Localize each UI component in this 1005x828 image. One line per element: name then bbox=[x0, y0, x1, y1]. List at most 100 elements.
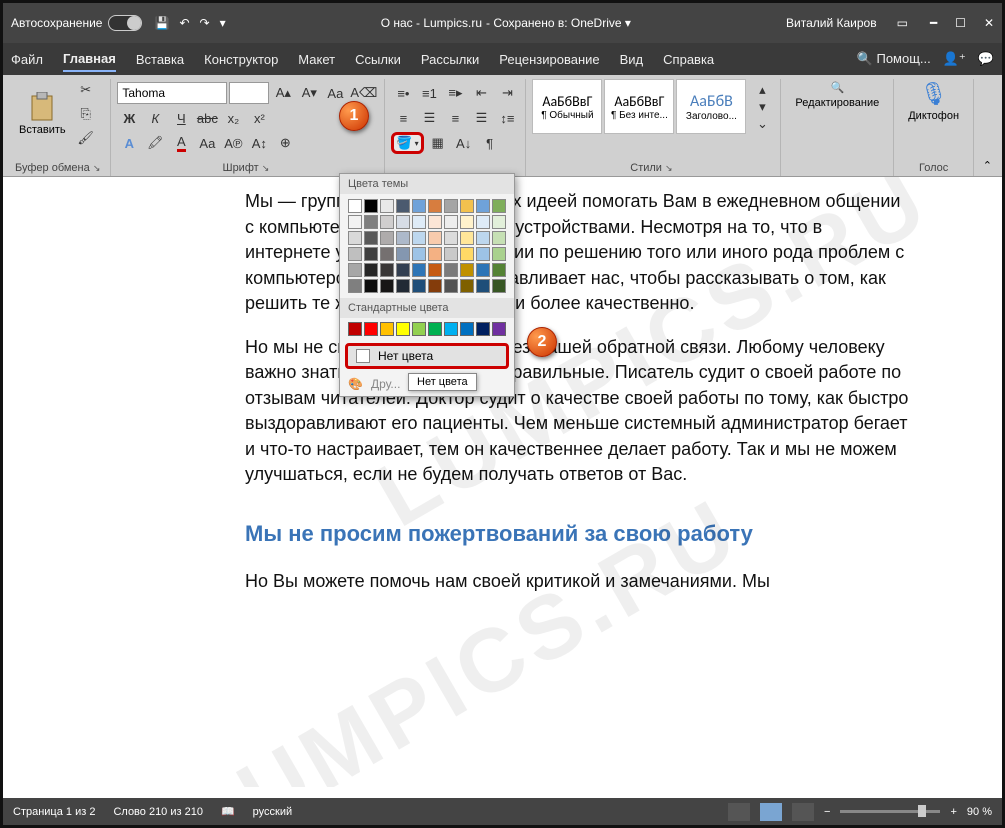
redo-icon[interactable]: ↷ bbox=[200, 16, 210, 30]
account-name[interactable]: Виталий Каиров bbox=[786, 16, 877, 30]
color-swatch[interactable] bbox=[364, 199, 378, 213]
language[interactable]: русский bbox=[253, 806, 292, 818]
color-swatch[interactable] bbox=[460, 247, 474, 261]
line-spacing-icon[interactable]: ↕≡ bbox=[495, 107, 519, 129]
color-swatch[interactable] bbox=[412, 322, 426, 336]
qat-dropdown-icon[interactable]: ▾ bbox=[220, 16, 226, 30]
color-swatch[interactable] bbox=[364, 279, 378, 293]
bullets-icon[interactable]: ≡• bbox=[391, 82, 415, 104]
color-swatch[interactable] bbox=[396, 263, 410, 277]
show-marks-icon[interactable]: ¶ bbox=[478, 132, 502, 154]
color-swatch[interactable] bbox=[444, 247, 458, 261]
italic-icon[interactable]: К bbox=[143, 107, 167, 129]
color-swatch[interactable] bbox=[460, 279, 474, 293]
color-swatch[interactable] bbox=[444, 322, 458, 336]
font-size-select[interactable] bbox=[229, 82, 269, 104]
color-swatch[interactable] bbox=[476, 247, 490, 261]
zoom-in-icon[interactable]: + bbox=[950, 806, 956, 818]
tab-references[interactable]: Ссылки bbox=[355, 48, 401, 71]
color-swatch[interactable] bbox=[444, 215, 458, 229]
enclosed-char-icon[interactable]: ⊕ bbox=[273, 132, 297, 154]
tab-file[interactable]: Файл bbox=[11, 48, 43, 71]
superscript-icon[interactable]: x² bbox=[247, 107, 271, 129]
font-color-icon[interactable]: A bbox=[169, 132, 193, 154]
styles-gallery[interactable]: АаБбВвГ¶ Обычный АаБбВвГ¶ Без инте... Аа… bbox=[532, 79, 774, 134]
color-swatch[interactable] bbox=[476, 263, 490, 277]
color-swatch[interactable] bbox=[348, 322, 362, 336]
tab-mailings[interactable]: Рассылки bbox=[421, 48, 479, 71]
print-layout-icon[interactable] bbox=[760, 803, 782, 821]
tell-me-search[interactable]: 🔍 Помощ... bbox=[857, 51, 931, 67]
color-swatch[interactable] bbox=[396, 199, 410, 213]
styles-down-icon[interactable]: ▾ bbox=[750, 99, 774, 115]
copy-icon[interactable]: ⎘ bbox=[74, 103, 98, 125]
color-swatch[interactable] bbox=[364, 231, 378, 245]
color-swatch[interactable] bbox=[428, 322, 442, 336]
color-swatch[interactable] bbox=[492, 231, 506, 245]
highlight-icon[interactable]: 🖍 bbox=[143, 132, 167, 154]
color-swatch[interactable] bbox=[396, 215, 410, 229]
color-swatch[interactable] bbox=[444, 199, 458, 213]
spellcheck-icon[interactable]: 📖 bbox=[221, 805, 235, 818]
tab-home[interactable]: Главная bbox=[63, 47, 116, 72]
color-swatch[interactable] bbox=[396, 322, 410, 336]
autosave-toggle[interactable]: Автосохранение bbox=[11, 15, 142, 31]
change-case-icon[interactable]: Aa bbox=[323, 82, 347, 104]
undo-icon[interactable]: ↶ bbox=[179, 16, 189, 30]
color-swatch[interactable] bbox=[492, 322, 506, 336]
color-swatch[interactable] bbox=[492, 263, 506, 277]
focus-view-icon[interactable] bbox=[728, 803, 750, 821]
zoom-level[interactable]: 90 % bbox=[967, 806, 992, 818]
web-layout-icon[interactable] bbox=[792, 803, 814, 821]
color-swatch[interactable] bbox=[460, 231, 474, 245]
font-name-select[interactable]: Tahoma bbox=[117, 82, 227, 104]
zoom-slider[interactable] bbox=[840, 810, 940, 813]
color-swatch[interactable] bbox=[492, 247, 506, 261]
editing-button[interactable]: 🔍 Редактирование bbox=[787, 79, 887, 111]
justify-icon[interactable]: ☰ bbox=[469, 107, 493, 129]
text-effects-icon[interactable]: A bbox=[117, 132, 141, 154]
color-swatch[interactable] bbox=[348, 279, 362, 293]
color-swatch[interactable] bbox=[428, 231, 442, 245]
color-swatch[interactable] bbox=[364, 263, 378, 277]
dictate-button[interactable]: 🎙 Диктофон bbox=[900, 79, 967, 124]
underline-icon[interactable]: Ч bbox=[169, 107, 193, 129]
color-swatch[interactable] bbox=[412, 279, 426, 293]
heading-donations[interactable]: Мы не просим пожертвований за свою работ… bbox=[245, 518, 912, 549]
shrink-font-icon[interactable]: A▾ bbox=[297, 82, 321, 104]
color-swatch[interactable] bbox=[428, 263, 442, 277]
clipboard-launcher-icon[interactable]: ↘ bbox=[93, 163, 105, 173]
color-swatch[interactable] bbox=[380, 215, 394, 229]
color-swatch[interactable] bbox=[348, 231, 362, 245]
zoom-out-icon[interactable]: − bbox=[824, 806, 830, 818]
saved-location[interactable]: - Сохранено в: OneDrive ▾ bbox=[486, 16, 631, 30]
borders-icon[interactable]: ▦ bbox=[426, 132, 450, 154]
subscript-icon[interactable]: x₂ bbox=[221, 107, 245, 129]
styles-up-icon[interactable]: ▴ bbox=[750, 82, 774, 98]
phonetic-icon[interactable]: A℗ bbox=[221, 132, 245, 154]
shading-button[interactable]: 🪣▾ bbox=[391, 132, 423, 154]
paste-button[interactable]: Вставить bbox=[15, 90, 70, 138]
save-icon[interactable]: 💾 bbox=[154, 16, 169, 30]
color-swatch[interactable] bbox=[412, 215, 426, 229]
style-normal[interactable]: АаБбВвГ¶ Обычный bbox=[532, 79, 602, 134]
color-swatch[interactable] bbox=[476, 279, 490, 293]
decrease-indent-icon[interactable]: ⇤ bbox=[469, 82, 493, 104]
tab-help[interactable]: Справка bbox=[663, 48, 714, 71]
color-swatch[interactable] bbox=[460, 215, 474, 229]
comments-icon[interactable]: 💬 bbox=[978, 51, 994, 67]
tab-constructor[interactable]: Конструктор bbox=[204, 48, 278, 71]
color-swatch[interactable] bbox=[348, 199, 362, 213]
word-count[interactable]: Слово 210 из 210 bbox=[113, 806, 203, 818]
color-swatch[interactable] bbox=[492, 199, 506, 213]
style-no-spacing[interactable]: АаБбВвГ¶ Без инте... bbox=[604, 79, 674, 134]
grow-font-icon[interactable]: A▴ bbox=[271, 82, 295, 104]
color-swatch[interactable] bbox=[444, 231, 458, 245]
color-swatch[interactable] bbox=[348, 263, 362, 277]
grow-shrink-icon[interactable]: A↕ bbox=[247, 132, 271, 154]
color-swatch[interactable] bbox=[364, 247, 378, 261]
cut-icon[interactable]: ✂ bbox=[74, 79, 98, 101]
color-swatch[interactable] bbox=[444, 279, 458, 293]
color-swatch[interactable] bbox=[460, 322, 474, 336]
toggle-switch-icon[interactable] bbox=[108, 15, 142, 31]
